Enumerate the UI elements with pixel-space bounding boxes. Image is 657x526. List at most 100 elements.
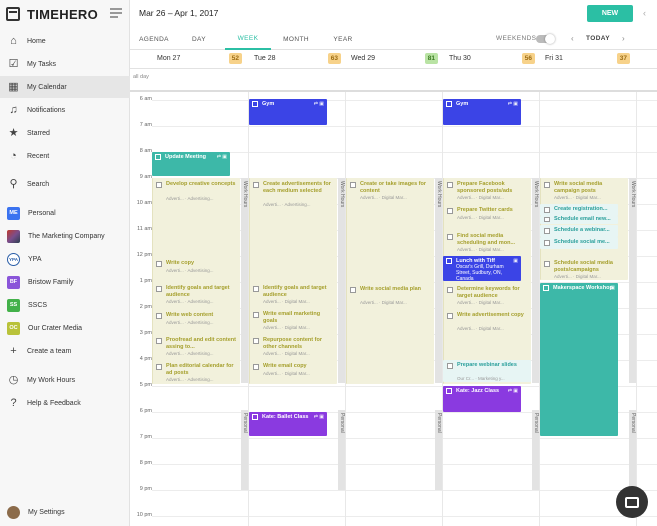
sidebar-item-help[interactable]: ? Help & Feedback bbox=[0, 392, 130, 414]
brand[interactable]: TIMEHERO bbox=[6, 6, 98, 22]
sidebar-project-sscs[interactable]: SS SSCS bbox=[0, 294, 130, 316]
task-checkbox[interactable] bbox=[544, 228, 550, 234]
sidebar-item-my-calendar[interactable]: ▦ My Calendar bbox=[0, 76, 130, 98]
create-team-button[interactable]: + Create a team bbox=[0, 340, 130, 362]
task-checkbox[interactable] bbox=[350, 182, 356, 188]
event-update-meeting[interactable]: Update Meeting ⇄ ▣ bbox=[152, 152, 230, 176]
task-title: Write email marketing goals bbox=[263, 311, 321, 324]
task-checkbox[interactable] bbox=[544, 207, 550, 213]
tab-week[interactable]: WEEK bbox=[225, 28, 271, 50]
task-item[interactable]: Create advertisements for each medium se… bbox=[249, 179, 337, 209]
task-checkbox[interactable] bbox=[544, 261, 550, 267]
task-item[interactable]: Prepare Facebook sponsored posts/ads Adv… bbox=[443, 179, 531, 205]
event-gym-tue[interactable]: Gym ⇄ ▣ bbox=[249, 99, 327, 125]
task-item[interactable]: Repurpose content for other channels Adv… bbox=[249, 335, 337, 359]
task-checkbox[interactable] bbox=[447, 313, 453, 319]
sidebar-project-ypa[interactable]: YPA YPA bbox=[0, 248, 130, 270]
tab-day[interactable]: DAY bbox=[182, 28, 216, 50]
tab-month[interactable]: MONTH bbox=[276, 28, 316, 50]
task-checkbox[interactable] bbox=[253, 286, 259, 292]
task-item[interactable]: Create or take images for content Advert… bbox=[346, 179, 434, 205]
task-checkbox[interactable] bbox=[156, 364, 162, 370]
sidebar-project-bristow-family[interactable]: BF Bristow Family bbox=[0, 271, 130, 293]
task-meta: Adverti... · Advertising... bbox=[166, 320, 214, 325]
day-header-tue[interactable]: Tue 28 63 bbox=[251, 50, 344, 69]
sidebar-item-recent[interactable]: ◔ Recent bbox=[0, 145, 130, 167]
task-item[interactable]: Write email marketing goals Adverti... ·… bbox=[249, 309, 337, 333]
task-meta: Adverti... · Digital Mar... bbox=[263, 325, 310, 330]
task-item[interactable]: Find social media scheduling and mon... … bbox=[443, 231, 531, 255]
tab-year[interactable]: YEAR bbox=[326, 28, 360, 50]
task-checkbox[interactable] bbox=[253, 312, 259, 318]
sidebar-item-starred[interactable]: ★ Starred bbox=[0, 122, 130, 144]
task-checkbox[interactable] bbox=[447, 182, 453, 188]
task-checkbox[interactable] bbox=[544, 182, 550, 188]
task-item[interactable]: Proofread and edit content assing to... … bbox=[152, 335, 240, 359]
task-item[interactable]: Write copy Adverti... · Advertising... bbox=[152, 258, 240, 278]
task-item[interactable]: Identify goals and target audience Adver… bbox=[249, 283, 337, 307]
task-item[interactable]: Write advertisement copy Adverti... · Di… bbox=[443, 310, 531, 334]
task-item[interactable]: Prepare webinar slides Our Cr... · Marke… bbox=[443, 360, 531, 382]
task-item[interactable]: Schedule a webinar... bbox=[540, 225, 618, 237]
task-item[interactable]: Schedule social me... bbox=[540, 237, 618, 249]
task-checkbox[interactable] bbox=[156, 182, 162, 188]
new-button[interactable]: NEW bbox=[587, 5, 633, 22]
chat-button[interactable] bbox=[616, 486, 648, 518]
task-checkbox[interactable] bbox=[253, 182, 259, 188]
task-checkbox[interactable] bbox=[544, 240, 550, 246]
task-checkbox[interactable] bbox=[253, 338, 259, 344]
sidebar-project-our-crater-media[interactable]: OC Our Crater Media bbox=[0, 317, 130, 339]
sidebar-item-settings[interactable]: My Settings bbox=[0, 501, 130, 523]
weekends-toggle[interactable] bbox=[536, 34, 555, 44]
chevron-left-icon[interactable]: ‹ bbox=[571, 34, 574, 43]
chevron-right-icon[interactable]: › bbox=[622, 34, 625, 43]
task-checkbox[interactable] bbox=[447, 287, 453, 293]
task-checkbox[interactable] bbox=[156, 313, 162, 319]
day-header-mon[interactable]: Mon 27 52 bbox=[154, 50, 245, 69]
plus-icon: + bbox=[10, 344, 17, 357]
task-checkbox[interactable] bbox=[544, 217, 550, 222]
sidebar-project-marketing-company[interactable]: The Marketing Company bbox=[0, 225, 130, 247]
task-checkbox[interactable] bbox=[253, 364, 259, 370]
task-checkbox[interactable] bbox=[447, 363, 453, 369]
task-item[interactable]: Identify goals and target audience Adver… bbox=[152, 283, 240, 307]
sidebar-item-home[interactable]: ⌂ Home bbox=[0, 30, 130, 52]
task-checkbox[interactable] bbox=[447, 208, 453, 214]
event-lunch[interactable]: Lunch with Tiff Oscar's Grill, Durham St… bbox=[443, 256, 521, 281]
today-button[interactable]: TODAY bbox=[586, 35, 610, 42]
event-makerspace[interactable]: Makerspace Workshop ▣ bbox=[540, 283, 618, 436]
sidebar-item-work-hours[interactable]: ◷ My Work Hours bbox=[0, 369, 130, 391]
task-checkbox[interactable] bbox=[350, 287, 356, 293]
collapse-sidebar-icon[interactable] bbox=[110, 8, 122, 18]
event-ballet-class[interactable]: Kate: Ballet Class ⇄ ▣ bbox=[249, 412, 327, 436]
sidebar-project-personal[interactable]: ME Personal bbox=[0, 202, 130, 224]
sidebar-item-search[interactable]: ⚲ Search bbox=[0, 173, 130, 195]
task-item[interactable]: Write social media plan Adverti... · Dig… bbox=[346, 284, 434, 308]
task-checkbox[interactable] bbox=[156, 261, 162, 267]
event-jazz-class[interactable]: Kate: Jazz Class ⇄ ▣ bbox=[443, 386, 521, 412]
day-header-thu[interactable]: Thu 30 56 bbox=[446, 50, 538, 69]
task-item[interactable]: Plan editorial calendar for ad posts Adv… bbox=[152, 361, 240, 383]
task-item[interactable]: Create registration... bbox=[540, 204, 618, 216]
task-item[interactable]: Schedule social media posts/campaigns Ad… bbox=[540, 258, 628, 282]
task-item[interactable]: Write web content Adverti... · Advertisi… bbox=[152, 310, 240, 330]
task-title: Write advertisement copy bbox=[457, 312, 524, 318]
task-item[interactable]: Write social media campaign posts Advert… bbox=[540, 179, 628, 203]
sidebar-item-notifications[interactable]: ♫ Notifications bbox=[0, 99, 130, 121]
task-checkbox[interactable] bbox=[156, 338, 162, 344]
tab-agenda[interactable]: AGENDA bbox=[134, 28, 174, 50]
chevron-left-icon[interactable]: ‹ bbox=[643, 8, 646, 18]
sidebar-item-my-tasks[interactable]: ☑ My Tasks bbox=[0, 53, 130, 75]
task-checkbox[interactable] bbox=[447, 234, 453, 240]
day-header-wed[interactable]: Wed 29 81 bbox=[348, 50, 441, 69]
sidebar-item-label: Home bbox=[27, 37, 46, 45]
task-item[interactable]: Prepare Twitter cards Adverti... · Digit… bbox=[443, 205, 531, 227]
event-gym-thu[interactable]: Gym ⇄ ▣ bbox=[443, 99, 521, 125]
task-item[interactable]: Develop creative concepts Adverti... · A… bbox=[152, 179, 240, 205]
task-item[interactable]: Determine keywords for target audience A… bbox=[443, 284, 531, 308]
calendar-icon bbox=[543, 285, 549, 291]
day-header-fri[interactable]: Fri 31 37 bbox=[542, 50, 633, 69]
task-item[interactable]: Write email copy Adverti... · Digital Ma… bbox=[249, 361, 337, 381]
task-item[interactable]: Schedule email new... bbox=[540, 216, 618, 224]
task-checkbox[interactable] bbox=[156, 286, 162, 292]
